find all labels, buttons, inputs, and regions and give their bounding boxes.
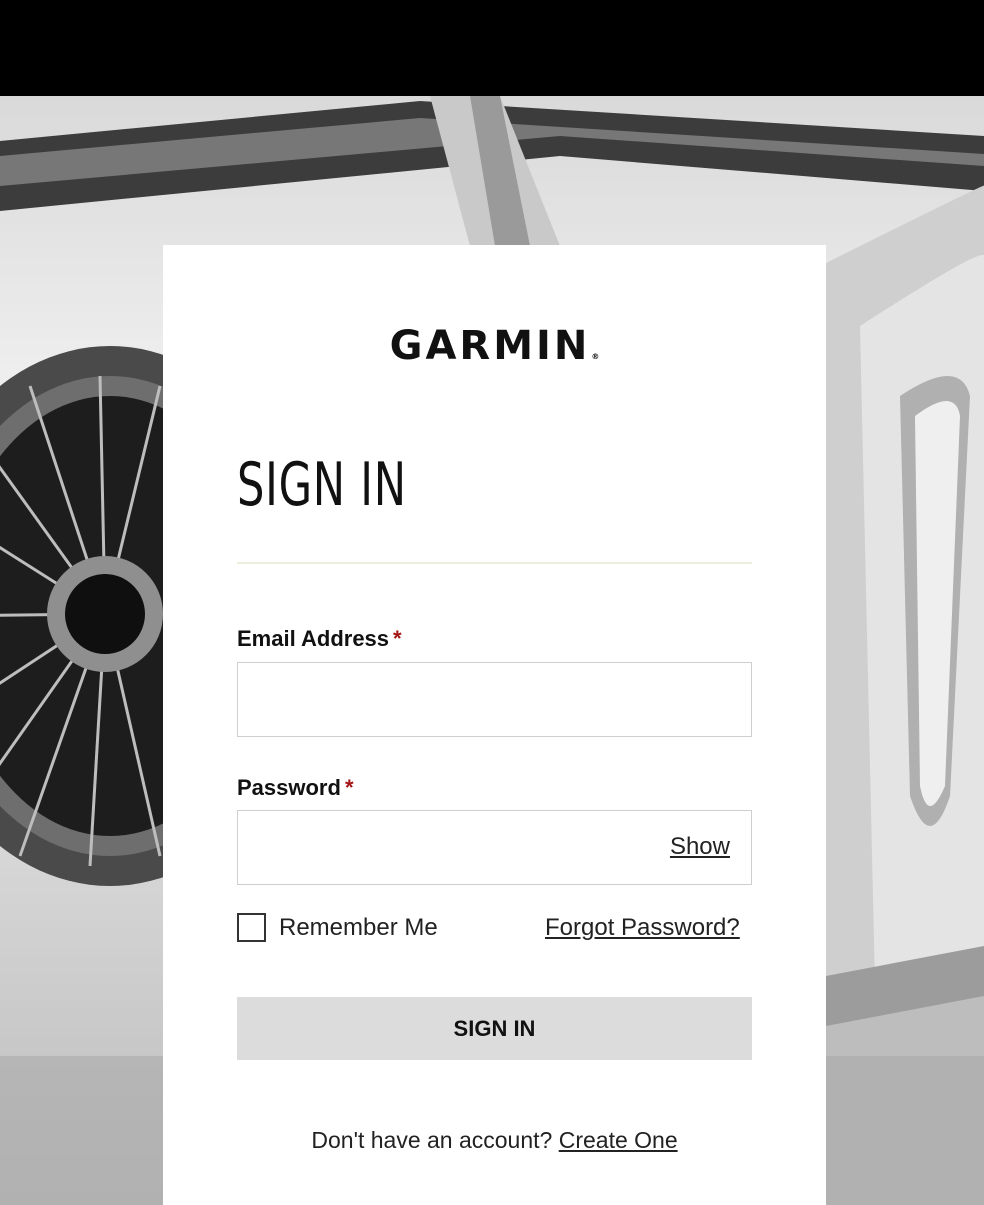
title-divider xyxy=(237,562,752,564)
password-required-mark: * xyxy=(344,775,354,800)
email-label: Email Address * xyxy=(237,626,402,652)
email-field-box xyxy=(237,662,752,737)
password-field-box: Show xyxy=(237,810,752,885)
top-black-bar xyxy=(0,0,984,96)
signup-prompt-text: Don't have an account? xyxy=(311,1127,553,1153)
garmin-logo-text: GARMIN xyxy=(389,323,591,369)
show-password-link[interactable]: Show xyxy=(670,833,730,861)
sign-in-button[interactable]: SIGN IN xyxy=(237,997,752,1060)
password-label: Password * xyxy=(237,775,354,801)
garmin-logo[interactable]: GARMIN® xyxy=(163,323,826,369)
password-label-text: Password xyxy=(237,775,341,800)
create-account-link[interactable]: Create One xyxy=(559,1127,678,1153)
remember-me-checkbox[interactable] xyxy=(237,913,266,942)
email-required-mark: * xyxy=(393,626,402,651)
registered-mark: ® xyxy=(591,352,600,361)
email-field[interactable] xyxy=(238,663,751,736)
remember-me-label[interactable]: Remember Me xyxy=(279,914,438,942)
page-title: SIGN IN xyxy=(237,450,407,520)
forgot-password-link[interactable]: Forgot Password? xyxy=(545,914,740,942)
signup-prompt: Don't have an account? Create One xyxy=(163,1127,826,1154)
email-label-text: Email Address xyxy=(237,626,390,651)
sign-in-card: GARMIN® SIGN IN Email Address * Password *… xyxy=(163,245,826,1205)
